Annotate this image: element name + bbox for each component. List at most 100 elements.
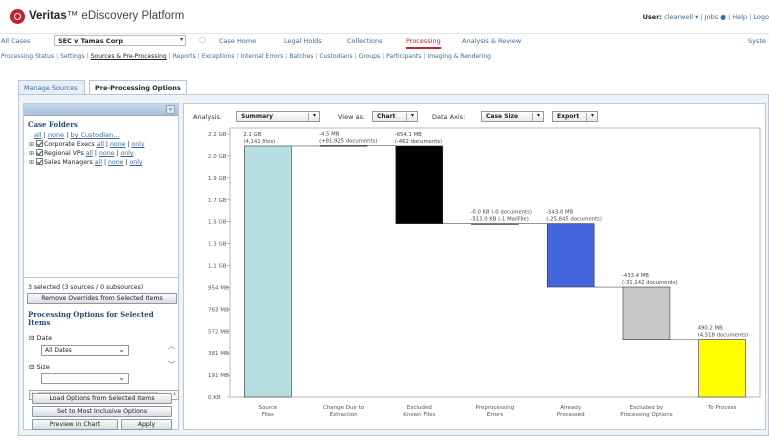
y-tick-label: 763 MB [208,307,229,313]
left-panel-header: « [24,104,178,116]
waterfall-bar [319,145,368,147]
size-label: ⊟ Size [29,363,50,371]
y-tick-label: 2.2 GB [208,132,227,138]
chart-panel: Analysis: Summary ▾ View as: Chart ▾ Data … [183,103,766,430]
y-tick-label: 1.9 GB [208,176,227,182]
subnav-item[interactable]: Groups [359,53,380,60]
x-category-label: Source Files [258,405,278,418]
jobs-link[interactable]: Jobs [705,13,718,21]
y-tick-label: 1.1 GB [208,264,227,270]
tab-pre-processing-options[interactable]: Pre-Processing Options [89,80,187,94]
plot-area [229,127,761,398]
subnav-item[interactable]: Imaging & Rendering [427,53,491,60]
scroll-down-icon[interactable]: ﹀ [168,360,175,370]
data-label: (-25,845 documents) [546,217,602,223]
user-area: User: clearwell ▾ | Jobs ● | Help | Logo [642,13,769,21]
expand-icon[interactable]: ⊞ [29,150,36,157]
data-label: (+81,925 documents) [319,138,377,144]
app-title: Veritas™ eDiscovery Platform [29,10,185,22]
jobs-icon[interactable]: ● [720,13,726,21]
subnav-item[interactable]: Batches [289,53,313,60]
folder-row[interactable]: ⊞ Sales Managers all | none | only [24,158,178,167]
collapse-icon[interactable]: « [166,105,175,114]
subnav-item[interactable]: Reports [173,53,196,60]
collapse-section-icon[interactable]: ⊟ [29,363,34,371]
chevron-down-icon: ⌄ [118,345,125,354]
folder-row[interactable]: ⊞ Regional VPs all | none | only [24,149,178,158]
expand-icon[interactable]: ⊞ [29,159,36,166]
nav-legal-holds[interactable]: Legal Holds [284,37,322,45]
waterfall-bar [471,223,519,225]
waterfall-bar [622,286,671,340]
subnav-item[interactable]: Processing Status [1,53,54,60]
y-tick-label: 381 MB [208,351,229,357]
subnav-item[interactable]: Internal Errors [241,53,284,60]
data-label: (-462 documents) [395,139,442,145]
apply-button[interactable]: Apply [121,419,172,430]
select-all-link[interactable]: all [34,131,42,139]
x-category-label: Excluded by Processing Options [620,405,672,418]
sub-nav: Processing Status | Settings | Sources & Pre… [1,53,491,60]
nav-processing[interactable]: Processing [406,37,441,49]
data-label: 490.2 MB [698,326,723,332]
select-none-link[interactable]: none [48,131,64,139]
user-label: User: [642,13,663,21]
remove-overrides-button[interactable]: Remove Overrides from Selected Items [27,293,177,304]
date-label: ⊟ Date [29,334,53,342]
veritas-logo-icon [10,9,25,24]
waterfall-bar [698,339,746,398]
scroll-up-icon[interactable]: ︿ [168,341,175,351]
subnav-item[interactable]: Participants [386,53,421,60]
chevron-down-icon: ⌄ [118,373,125,382]
case-selector[interactable]: SEC v Tamas Corp ▾ [54,35,186,46]
subnav-item[interactable]: Sources & Pre-Processing [91,53,167,60]
left-panel: « Case Folders all | none | by Custodian… [23,103,179,430]
chevron-down-icon: ▾ [179,36,183,43]
y-tick-label: 1.5 GB [208,220,227,226]
data-label: -4.5 MB [319,131,340,137]
tab-manage-sources[interactable]: Manage Sources [18,80,85,94]
refresh-icon[interactable]: ◌ [199,35,206,44]
date-dropdown[interactable]: All Dates ⌄ [41,345,129,356]
x-category-label: Preprocessing Errors [476,405,514,418]
data-label: (4,518 documents) [698,333,748,339]
waterfall-bar [244,145,292,398]
data-label: -654.1 MB [395,132,422,138]
collapse-section-icon[interactable]: ⊟ [29,334,34,342]
nav-analysis-review[interactable]: Analysis & Review [462,37,521,45]
nav-case-home[interactable]: Case Home [219,37,256,45]
most-inclusive-button[interactable]: Set to Most Inclusive Options [32,406,172,417]
data-label: -513.0 KB (-1 MailFile) [471,217,529,223]
expand-icon[interactable]: ⊞ [29,141,36,148]
y-tick-label: 2.0 GB [208,154,227,160]
scroll-right-icon[interactable]: › [173,390,176,398]
data-label: -543.0 MB [546,210,573,216]
checkbox-icon[interactable] [36,140,43,147]
checkbox-icon[interactable] [36,158,43,165]
y-tick-label: 1.7 GB [208,198,227,204]
x-category-label: Excluded Known Files [403,405,435,418]
logout-link[interactable]: Logo [753,13,769,21]
app-header: Veritas™ eDiscovery Platform User: clear… [0,0,769,32]
waterfall-bar [546,223,595,288]
subnav-item[interactable]: Settings [60,53,85,60]
data-label: (-31,242 documents) [622,280,678,286]
load-options-button[interactable]: Load Options from Selected Items [32,393,172,404]
x-category-label: Already Processed [557,405,585,418]
nav-collections[interactable]: Collections [347,37,383,45]
folder-top-links: all | none | by Custodian... [34,131,120,139]
size-dropdown[interactable]: ⌄ [41,373,129,384]
preview-in-chart-button[interactable]: Preview in Chart [32,419,118,430]
user-menu[interactable]: clearwell ▾ [664,13,698,21]
data-label: (4,141 files) [243,139,275,145]
folder-row[interactable]: ⊞ Corporate Execs all | none | only [24,140,178,149]
all-cases-link[interactable]: All Cases [1,37,30,45]
y-tick-label: 572 MB [208,329,229,335]
y-tick-label: 191 MB [208,373,229,379]
help-link[interactable]: Help [732,13,747,21]
by-custodian-link[interactable]: by Custodian... [70,131,119,139]
subnav-item[interactable]: Custodians [319,53,352,60]
subnav-item[interactable]: Exceptions [202,53,235,60]
checkbox-icon[interactable] [36,149,43,156]
nav-system[interactable]: Syste [748,37,766,45]
